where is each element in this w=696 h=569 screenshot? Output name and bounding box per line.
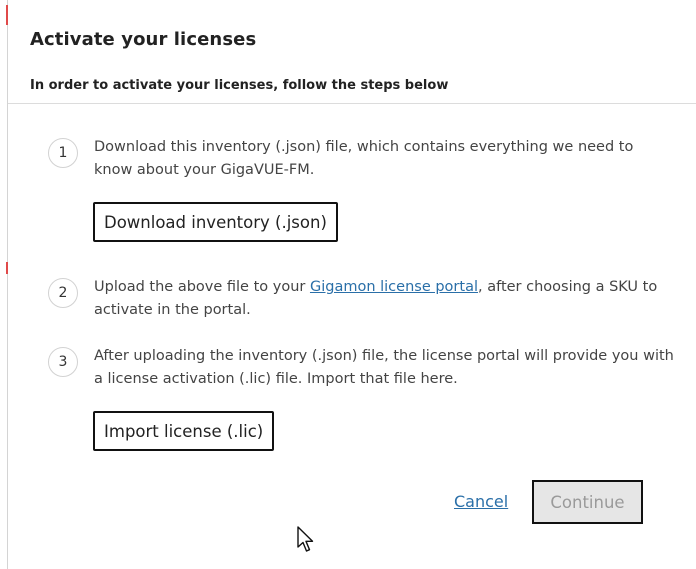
license-portal-link[interactable]: Gigamon license portal [310,279,478,295]
cancel-button[interactable]: Cancel [454,492,508,511]
continue-button[interactable]: Continue [532,480,643,524]
header-divider [8,103,696,104]
step-3-number: 3 [48,347,78,377]
download-inventory-button[interactable]: Download inventory (.json) [93,202,338,242]
dialog-subtitle: In order to activate your licenses, foll… [30,78,449,93]
step-1-text: Download this inventory (.json) file, wh… [94,139,634,178]
step-1-number: 1 [48,138,78,168]
import-license-button[interactable]: Import license (.lic) [93,411,275,451]
dialog-title: Activate your licenses [30,29,257,50]
step-2-text: Upload the above file to your Gigamon li… [94,276,674,322]
mouse-pointer-icon [297,526,314,552]
step-3-text: After uploading the inventory (.json) fi… [94,348,674,387]
activate-licenses-dialog: Activate your licenses In order to activ… [8,0,696,569]
step-2-number: 2 [48,278,78,308]
step-2-text-before: Upload the above file to your [94,279,310,295]
